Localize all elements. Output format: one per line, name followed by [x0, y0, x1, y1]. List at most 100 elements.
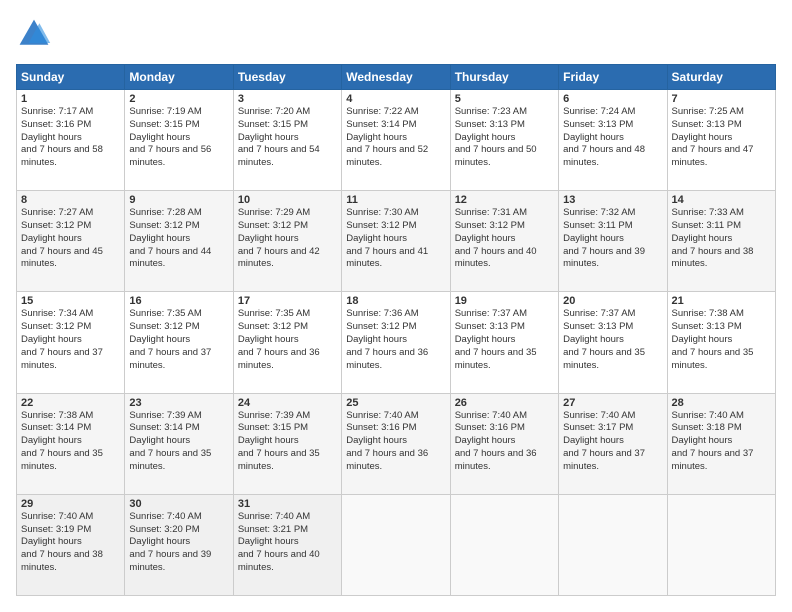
- calendar-cell: 12Sunrise: 7:31 AMSunset: 3:12 PMDayligh…: [450, 191, 558, 292]
- calendar-cell: 1Sunrise: 7:17 AMSunset: 3:16 PMDaylight…: [17, 90, 125, 191]
- day-number: 20: [563, 295, 662, 307]
- day-number: 8: [21, 194, 120, 206]
- cell-content: Sunrise: 7:39 AMSunset: 3:14 PMDaylight …: [129, 410, 228, 474]
- cell-content: Sunrise: 7:35 AMSunset: 3:12 PMDaylight …: [129, 308, 228, 372]
- day-number: 21: [672, 295, 771, 307]
- cell-content: Sunrise: 7:32 AMSunset: 3:11 PMDaylight …: [563, 207, 662, 271]
- day-number: 13: [563, 194, 662, 206]
- day-number: 10: [238, 194, 337, 206]
- day-number: 17: [238, 295, 337, 307]
- calendar-cell: 6Sunrise: 7:24 AMSunset: 3:13 PMDaylight…: [559, 90, 667, 191]
- calendar-cell: 14Sunrise: 7:33 AMSunset: 3:11 PMDayligh…: [667, 191, 775, 292]
- day-number: 16: [129, 295, 228, 307]
- calendar-cell: [559, 494, 667, 595]
- calendar-cell: 5Sunrise: 7:23 AMSunset: 3:13 PMDaylight…: [450, 90, 558, 191]
- day-number: 14: [672, 194, 771, 206]
- day-number: 23: [129, 397, 228, 409]
- calendar-cell: 30Sunrise: 7:40 AMSunset: 3:20 PMDayligh…: [125, 494, 233, 595]
- calendar-cell: 8Sunrise: 7:27 AMSunset: 3:12 PMDaylight…: [17, 191, 125, 292]
- col-header-saturday: Saturday: [667, 65, 775, 90]
- day-number: 30: [129, 498, 228, 510]
- cell-content: Sunrise: 7:30 AMSunset: 3:12 PMDaylight …: [346, 207, 445, 271]
- calendar-cell: 10Sunrise: 7:29 AMSunset: 3:12 PMDayligh…: [233, 191, 341, 292]
- calendar-cell: 18Sunrise: 7:36 AMSunset: 3:12 PMDayligh…: [342, 292, 450, 393]
- calendar-cell: 26Sunrise: 7:40 AMSunset: 3:16 PMDayligh…: [450, 393, 558, 494]
- cell-content: Sunrise: 7:35 AMSunset: 3:12 PMDaylight …: [238, 308, 337, 372]
- cell-content: Sunrise: 7:40 AMSunset: 3:20 PMDaylight …: [129, 511, 228, 575]
- day-number: 24: [238, 397, 337, 409]
- calendar-cell: 28Sunrise: 7:40 AMSunset: 3:18 PMDayligh…: [667, 393, 775, 494]
- col-header-sunday: Sunday: [17, 65, 125, 90]
- cell-content: Sunrise: 7:40 AMSunset: 3:17 PMDaylight …: [563, 410, 662, 474]
- day-number: 19: [455, 295, 554, 307]
- calendar-cell: 21Sunrise: 7:38 AMSunset: 3:13 PMDayligh…: [667, 292, 775, 393]
- cell-content: Sunrise: 7:37 AMSunset: 3:13 PMDaylight …: [455, 308, 554, 372]
- day-number: 28: [672, 397, 771, 409]
- day-number: 3: [238, 93, 337, 105]
- col-header-monday: Monday: [125, 65, 233, 90]
- calendar-cell: [450, 494, 558, 595]
- calendar-cell: 13Sunrise: 7:32 AMSunset: 3:11 PMDayligh…: [559, 191, 667, 292]
- cell-content: Sunrise: 7:25 AMSunset: 3:13 PMDaylight …: [672, 106, 771, 170]
- logo: [16, 16, 56, 52]
- cell-content: Sunrise: 7:37 AMSunset: 3:13 PMDaylight …: [563, 308, 662, 372]
- cell-content: Sunrise: 7:40 AMSunset: 3:16 PMDaylight …: [455, 410, 554, 474]
- cell-content: Sunrise: 7:40 AMSunset: 3:16 PMDaylight …: [346, 410, 445, 474]
- day-number: 6: [563, 93, 662, 105]
- page: SundayMondayTuesdayWednesdayThursdayFrid…: [0, 0, 792, 612]
- day-number: 18: [346, 295, 445, 307]
- cell-content: Sunrise: 7:23 AMSunset: 3:13 PMDaylight …: [455, 106, 554, 170]
- cell-content: Sunrise: 7:24 AMSunset: 3:13 PMDaylight …: [563, 106, 662, 170]
- day-number: 11: [346, 194, 445, 206]
- calendar-table: SundayMondayTuesdayWednesdayThursdayFrid…: [16, 64, 776, 596]
- day-number: 4: [346, 93, 445, 105]
- cell-content: Sunrise: 7:34 AMSunset: 3:12 PMDaylight …: [21, 308, 120, 372]
- cell-content: Sunrise: 7:29 AMSunset: 3:12 PMDaylight …: [238, 207, 337, 271]
- day-number: 26: [455, 397, 554, 409]
- day-number: 27: [563, 397, 662, 409]
- calendar-cell: 19Sunrise: 7:37 AMSunset: 3:13 PMDayligh…: [450, 292, 558, 393]
- day-number: 15: [21, 295, 120, 307]
- calendar-cell: 15Sunrise: 7:34 AMSunset: 3:12 PMDayligh…: [17, 292, 125, 393]
- day-number: 22: [21, 397, 120, 409]
- cell-content: Sunrise: 7:19 AMSunset: 3:15 PMDaylight …: [129, 106, 228, 170]
- logo-icon: [16, 16, 52, 52]
- cell-content: Sunrise: 7:27 AMSunset: 3:12 PMDaylight …: [21, 207, 120, 271]
- cell-content: Sunrise: 7:40 AMSunset: 3:18 PMDaylight …: [672, 410, 771, 474]
- calendar-cell: 29Sunrise: 7:40 AMSunset: 3:19 PMDayligh…: [17, 494, 125, 595]
- calendar-cell: 11Sunrise: 7:30 AMSunset: 3:12 PMDayligh…: [342, 191, 450, 292]
- calendar-week-3: 15Sunrise: 7:34 AMSunset: 3:12 PMDayligh…: [17, 292, 776, 393]
- calendar-cell: 16Sunrise: 7:35 AMSunset: 3:12 PMDayligh…: [125, 292, 233, 393]
- day-number: 25: [346, 397, 445, 409]
- header: [16, 16, 776, 52]
- calendar-week-1: 1Sunrise: 7:17 AMSunset: 3:16 PMDaylight…: [17, 90, 776, 191]
- cell-content: Sunrise: 7:17 AMSunset: 3:16 PMDaylight …: [21, 106, 120, 170]
- cell-content: Sunrise: 7:28 AMSunset: 3:12 PMDaylight …: [129, 207, 228, 271]
- calendar-cell: 17Sunrise: 7:35 AMSunset: 3:12 PMDayligh…: [233, 292, 341, 393]
- cell-content: Sunrise: 7:33 AMSunset: 3:11 PMDaylight …: [672, 207, 771, 271]
- cell-content: Sunrise: 7:40 AMSunset: 3:21 PMDaylight …: [238, 511, 337, 575]
- cell-content: Sunrise: 7:40 AMSunset: 3:19 PMDaylight …: [21, 511, 120, 575]
- day-number: 12: [455, 194, 554, 206]
- calendar-cell: 24Sunrise: 7:39 AMSunset: 3:15 PMDayligh…: [233, 393, 341, 494]
- day-number: 31: [238, 498, 337, 510]
- calendar-cell: 25Sunrise: 7:40 AMSunset: 3:16 PMDayligh…: [342, 393, 450, 494]
- calendar-cell: [667, 494, 775, 595]
- calendar-cell: 23Sunrise: 7:39 AMSunset: 3:14 PMDayligh…: [125, 393, 233, 494]
- calendar-cell: 31Sunrise: 7:40 AMSunset: 3:21 PMDayligh…: [233, 494, 341, 595]
- calendar-cell: 4Sunrise: 7:22 AMSunset: 3:14 PMDaylight…: [342, 90, 450, 191]
- calendar-week-2: 8Sunrise: 7:27 AMSunset: 3:12 PMDaylight…: [17, 191, 776, 292]
- calendar-cell: 2Sunrise: 7:19 AMSunset: 3:15 PMDaylight…: [125, 90, 233, 191]
- calendar-week-5: 29Sunrise: 7:40 AMSunset: 3:19 PMDayligh…: [17, 494, 776, 595]
- calendar-cell: 3Sunrise: 7:20 AMSunset: 3:15 PMDaylight…: [233, 90, 341, 191]
- cell-content: Sunrise: 7:36 AMSunset: 3:12 PMDaylight …: [346, 308, 445, 372]
- day-number: 2: [129, 93, 228, 105]
- col-header-wednesday: Wednesday: [342, 65, 450, 90]
- calendar-cell: 22Sunrise: 7:38 AMSunset: 3:14 PMDayligh…: [17, 393, 125, 494]
- day-number: 1: [21, 93, 120, 105]
- col-header-thursday: Thursday: [450, 65, 558, 90]
- col-header-friday: Friday: [559, 65, 667, 90]
- cell-content: Sunrise: 7:22 AMSunset: 3:14 PMDaylight …: [346, 106, 445, 170]
- cell-content: Sunrise: 7:39 AMSunset: 3:15 PMDaylight …: [238, 410, 337, 474]
- calendar-header-row: SundayMondayTuesdayWednesdayThursdayFrid…: [17, 65, 776, 90]
